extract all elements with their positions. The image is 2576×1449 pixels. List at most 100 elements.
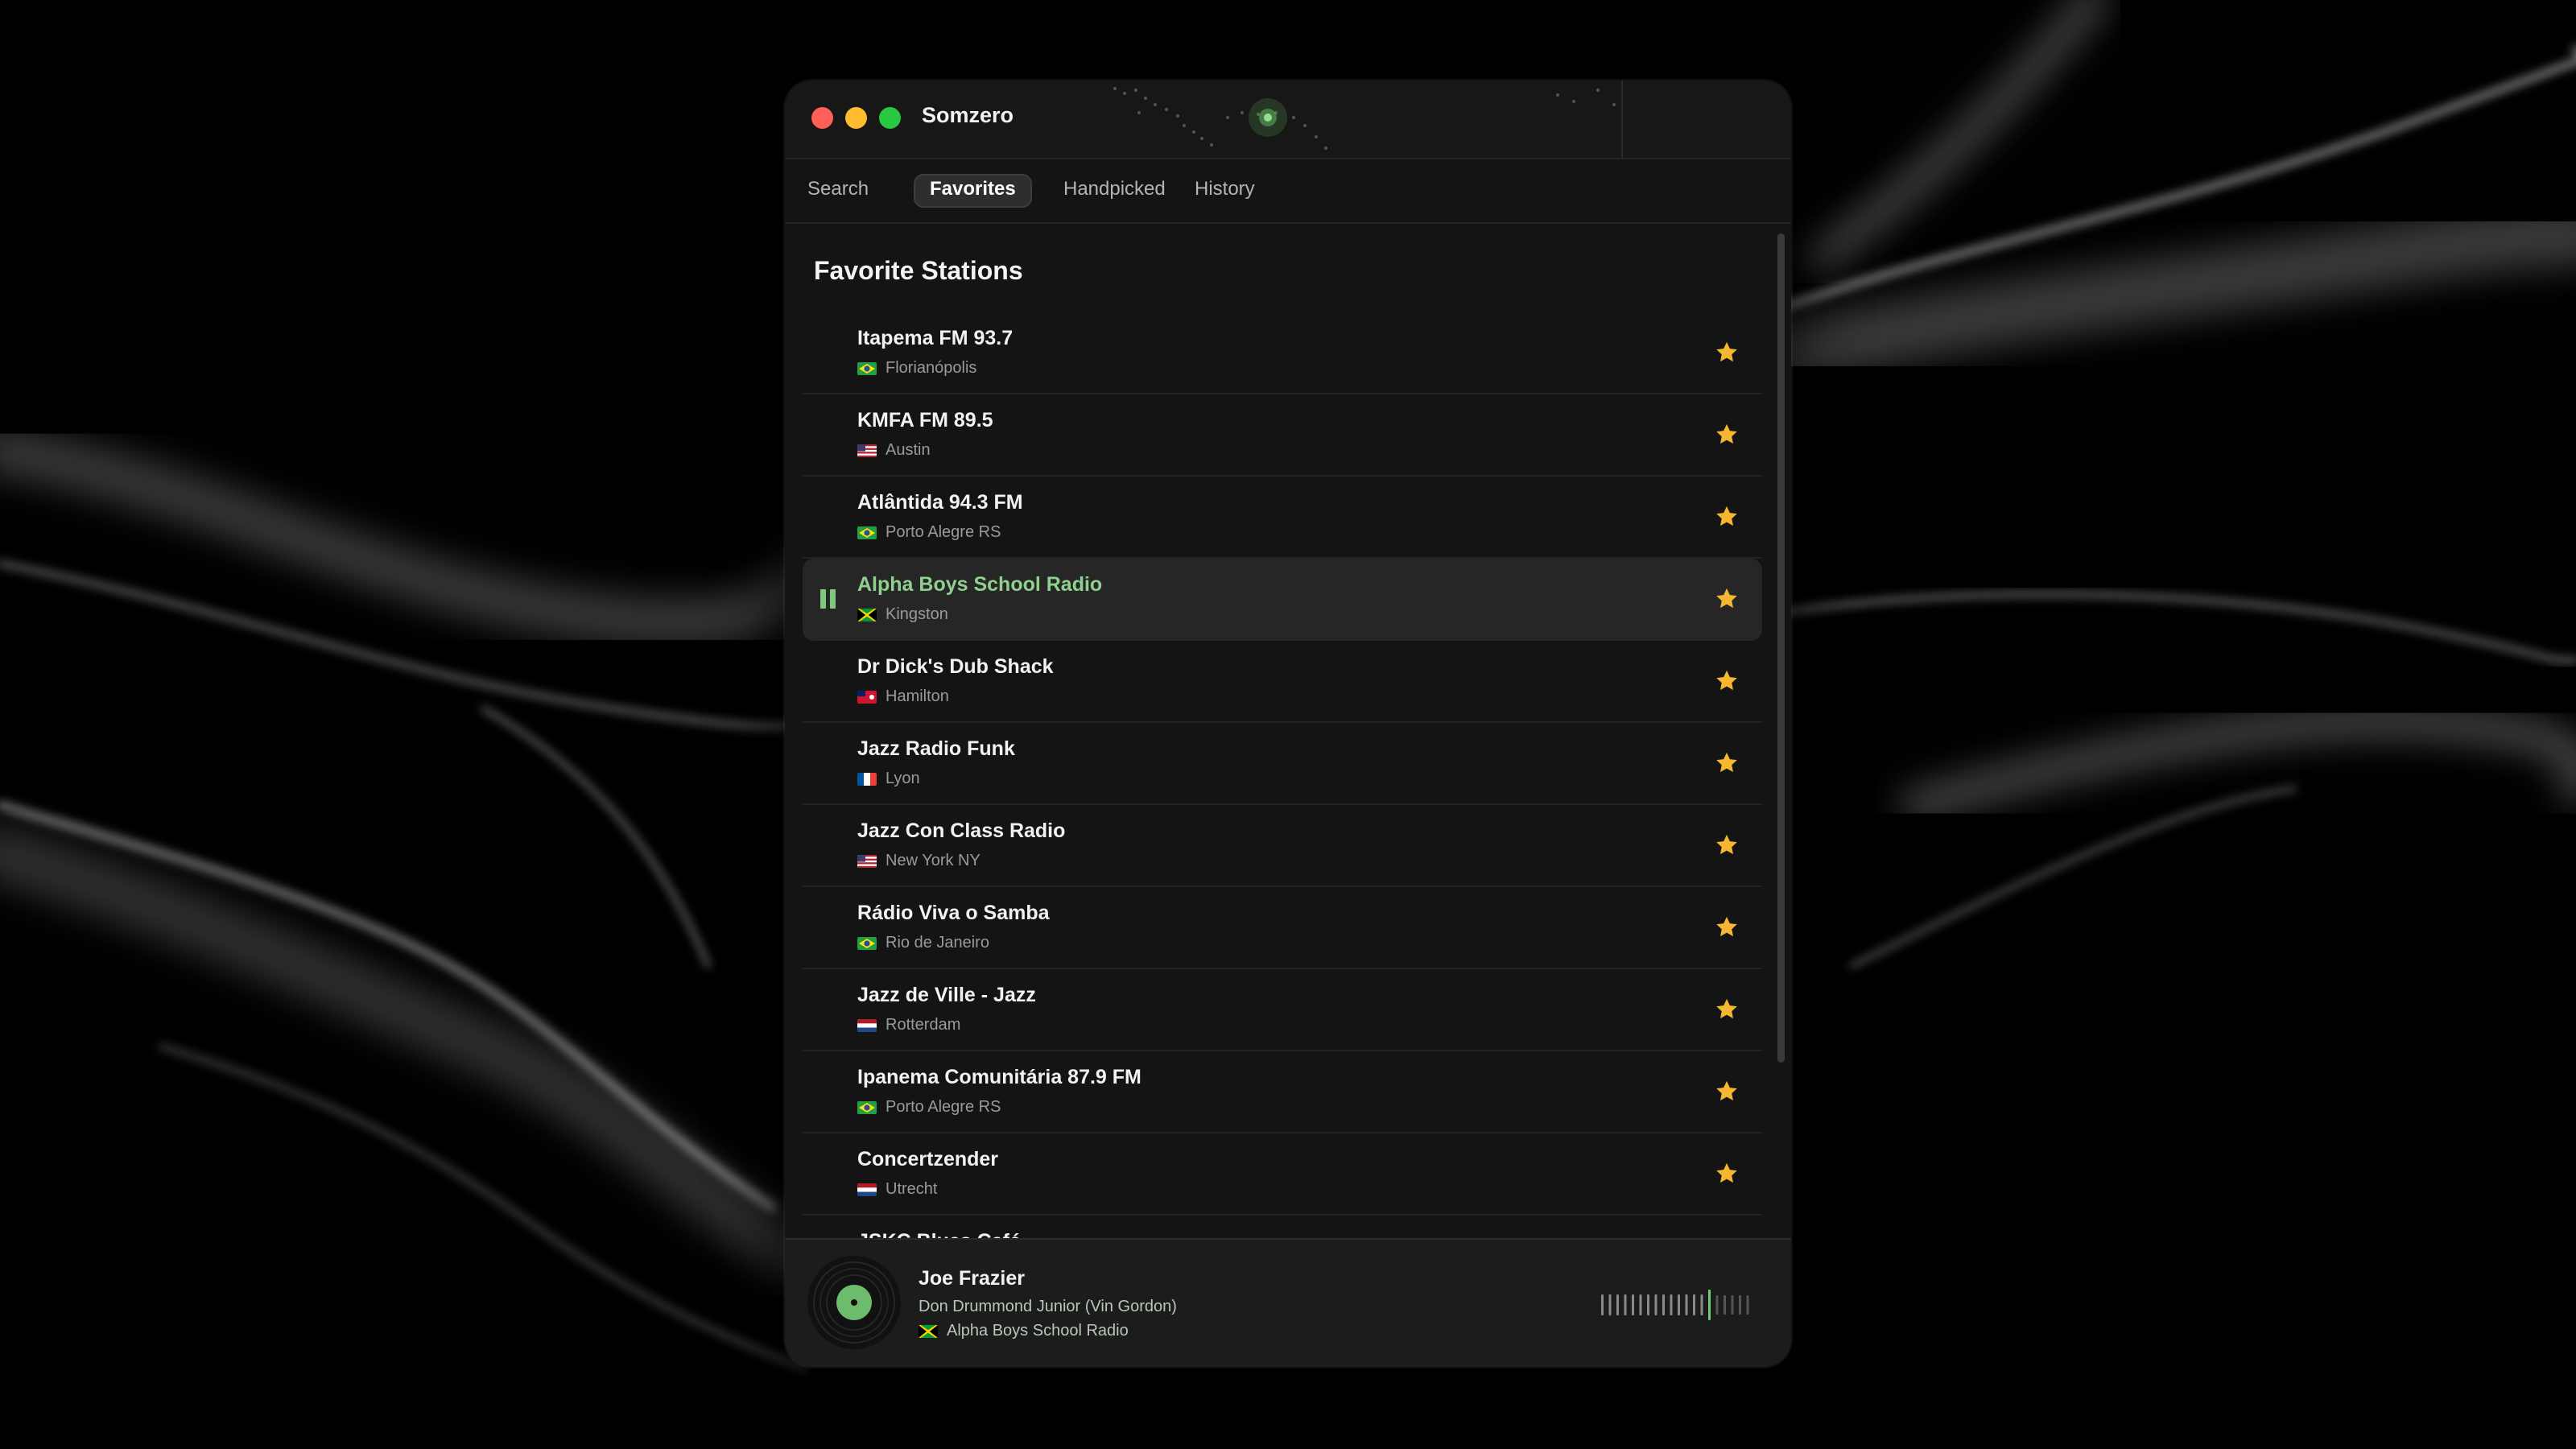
meter-bar xyxy=(1624,1294,1627,1315)
station-name: Jazz de Ville - Jazz xyxy=(857,984,1036,1006)
bermuda-flag-icon xyxy=(857,690,877,704)
jamaica-flag-icon xyxy=(857,608,877,621)
station-name: Concertzender xyxy=(857,1148,999,1170)
meter-bar xyxy=(1731,1295,1734,1315)
station-location: Rotterdam xyxy=(857,1016,960,1034)
meter-bar xyxy=(1715,1295,1719,1315)
station-city: Utrecht xyxy=(886,1180,938,1198)
meter-bar xyxy=(1746,1295,1749,1315)
favorite-star-icon[interactable] xyxy=(1714,1079,1740,1104)
brazil-flag-icon xyxy=(857,526,877,539)
station-location: New York NY xyxy=(857,852,980,870)
now-playing-bar: Joe Frazier Don Drummond Junior (Vin Gor… xyxy=(785,1238,1791,1367)
meter-bar xyxy=(1639,1294,1642,1315)
favorite-star-icon[interactable] xyxy=(1714,504,1740,530)
station-city: Rio de Janeiro xyxy=(886,934,989,952)
meter-bar xyxy=(1700,1294,1703,1315)
now-playing-station-name: Alpha Boys School Radio xyxy=(947,1322,1129,1340)
meter-bar xyxy=(1662,1294,1665,1315)
list-scrollbar[interactable] xyxy=(1777,224,1785,1133)
tab-bar: Search Favorites Handpicked History xyxy=(785,158,1791,224)
station-row[interactable]: KMFA FM 89.5 Austin xyxy=(803,394,1762,477)
favorite-star-icon[interactable] xyxy=(1714,1161,1740,1187)
jamaica-flag-icon xyxy=(919,1324,938,1338)
favorite-star-icon[interactable] xyxy=(1714,832,1740,858)
station-location: Hamilton xyxy=(857,687,949,706)
favorites-panel: Favorite Stations Itapema FM 93.7 Florian… xyxy=(785,224,1791,1317)
station-location: Rio de Janeiro xyxy=(857,934,989,952)
station-name: Itapema FM 93.7 xyxy=(857,327,1013,349)
now-playing-station: Alpha Boys School Radio xyxy=(919,1322,1129,1340)
favorite-star-icon[interactable] xyxy=(1714,668,1740,694)
france-flag-icon xyxy=(857,772,877,786)
station-city: Austin xyxy=(886,441,931,459)
vinyl-record-icon[interactable] xyxy=(806,1254,902,1351)
station-name: Dr Dick's Dub Shack xyxy=(857,655,1054,678)
station-row[interactable]: Jazz Radio Funk Lyon xyxy=(803,723,1762,805)
station-location: Utrecht xyxy=(857,1180,937,1199)
meter-bar xyxy=(1647,1294,1649,1315)
station-row[interactable]: Itapema FM 93.7 Florianópolis xyxy=(803,312,1762,394)
station-location: Porto Alegre RS xyxy=(857,523,1001,542)
favorite-star-icon[interactable] xyxy=(1714,750,1740,776)
station-city: Kingston xyxy=(886,605,948,623)
station-row[interactable]: Jazz Con Class Radio New York NY xyxy=(803,805,1762,887)
brazil-flag-icon xyxy=(857,361,877,375)
favorite-star-icon[interactable] xyxy=(1714,586,1740,612)
station-location: Porto Alegre RS xyxy=(857,1098,1001,1117)
meter-bar xyxy=(1685,1294,1688,1315)
meter-bar xyxy=(1724,1295,1726,1315)
favorite-star-icon[interactable] xyxy=(1714,422,1740,448)
station-city: Lyon xyxy=(886,770,920,787)
app-title: Somzero xyxy=(922,103,1014,127)
station-name: Alpha Boys School Radio xyxy=(857,573,1103,596)
station-list: Itapema FM 93.7 Florianópolis KMFA FM 89.5… xyxy=(803,312,1762,1298)
tab-favorites[interactable]: Favorites xyxy=(914,174,1032,208)
usa-flag-icon xyxy=(857,444,877,457)
meter-bar xyxy=(1739,1295,1741,1315)
tab-handpicked[interactable]: Handpicked xyxy=(1049,174,1180,204)
page-title: Favorite Stations xyxy=(814,256,1023,285)
zoom-window-button[interactable] xyxy=(879,107,901,129)
meter-bar xyxy=(1608,1294,1612,1315)
scrollbar-thumb[interactable] xyxy=(1777,233,1785,1063)
meter-bar xyxy=(1616,1294,1619,1315)
netherlands-flag-icon xyxy=(857,1183,877,1196)
title-bar: Somzero xyxy=(785,80,1791,159)
station-name: Jazz Con Class Radio xyxy=(857,819,1066,842)
station-location: Lyon xyxy=(857,770,920,788)
world-map-icon xyxy=(1113,80,1623,158)
station-name: KMFA FM 89.5 xyxy=(857,409,993,431)
station-row[interactable]: Jazz de Ville - Jazz Rotterdam xyxy=(803,969,1762,1051)
favorite-star-icon[interactable] xyxy=(1714,914,1740,940)
meter-bar xyxy=(1601,1294,1604,1315)
tab-history[interactable]: History xyxy=(1180,174,1269,204)
brazil-flag-icon xyxy=(857,1100,877,1114)
station-row[interactable]: Ipanema Comunitária 87.9 FM Porto Alegre … xyxy=(803,1051,1762,1133)
station-city: Porto Alegre RS xyxy=(886,1098,1001,1116)
audio-level-meter xyxy=(1601,1290,1749,1320)
station-name: Ipanema Comunitária 87.9 FM xyxy=(857,1066,1141,1088)
favorite-star-icon[interactable] xyxy=(1714,340,1740,365)
app-window: Somzero Search Favorites Handpicked Hist… xyxy=(785,80,1791,1367)
station-name: Jazz Radio Funk xyxy=(857,737,1015,760)
station-row[interactable]: Dr Dick's Dub Shack Hamilton xyxy=(803,641,1762,723)
pause-icon[interactable] xyxy=(820,589,836,609)
station-row[interactable]: Concertzender Utrecht xyxy=(803,1133,1762,1216)
minimize-window-button[interactable] xyxy=(845,107,867,129)
track-artist: Don Drummond Junior (Vin Gordon) xyxy=(919,1298,1177,1315)
meter-bar xyxy=(1654,1294,1657,1315)
usa-flag-icon xyxy=(857,854,877,868)
station-row[interactable]: Alpha Boys School Radio Kingston xyxy=(803,559,1762,641)
station-city: Hamilton xyxy=(886,687,949,705)
netherlands-flag-icon xyxy=(857,1018,877,1032)
station-row[interactable]: Rádio Viva o Samba Rio de Janeiro xyxy=(803,887,1762,969)
favorite-star-icon[interactable] xyxy=(1714,997,1740,1022)
station-city: New York NY xyxy=(886,852,980,869)
tab-search[interactable]: Search xyxy=(793,174,883,204)
close-window-button[interactable] xyxy=(811,107,833,129)
station-city: Rotterdam xyxy=(886,1016,961,1034)
station-name: Atlântida 94.3 FM xyxy=(857,491,1023,514)
brazil-flag-icon xyxy=(857,936,877,950)
station-row[interactable]: Atlântida 94.3 FM Porto Alegre RS xyxy=(803,477,1762,559)
